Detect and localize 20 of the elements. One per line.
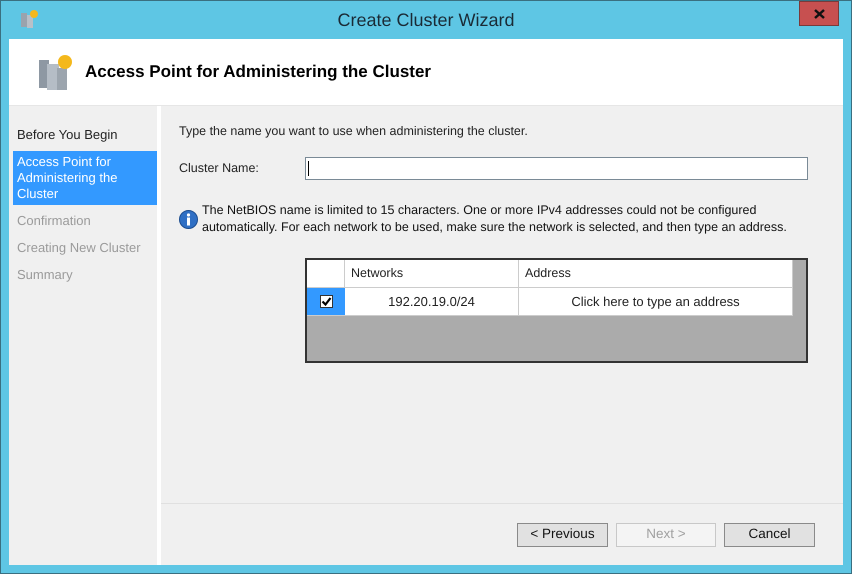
server-cluster-icon	[19, 9, 39, 29]
close-button[interactable]	[799, 1, 839, 26]
page-heading: Access Point for Administering the Cluster	[85, 61, 432, 84]
address-cell[interactable]: Click here to type an address	[519, 288, 793, 315]
column-header[interactable]: Networks	[345, 260, 519, 287]
wizard-button[interactable]: Cancel	[724, 522, 815, 546]
info-message: The NetBIOS name is limited to 15 characters. One or more IPv4 addresses could not be configured automatically. For each network to be used, make sure the network is selected, and then type an address.	[202, 202, 787, 236]
step-item[interactable]: Before You Begin	[13, 124, 157, 146]
field-label: Cluster Name:	[179, 160, 260, 177]
instruction-text: Type the name you want to use when administering the cluster.	[179, 123, 529, 140]
close-icon	[814, 8, 824, 18]
window-title: Create Cluster Wizard	[336, 8, 516, 32]
table-cell: 192.20.19.0/24	[345, 288, 519, 315]
info-icon	[179, 210, 198, 229]
wizard-button[interactable]: < Previous	[517, 522, 608, 546]
column-header[interactable]: Address	[519, 260, 793, 287]
checkbox[interactable]	[320, 294, 332, 308]
row-header[interactable]	[307, 288, 345, 315]
text-cursor	[308, 160, 309, 176]
cluster-name-field[interactable]	[305, 156, 808, 180]
